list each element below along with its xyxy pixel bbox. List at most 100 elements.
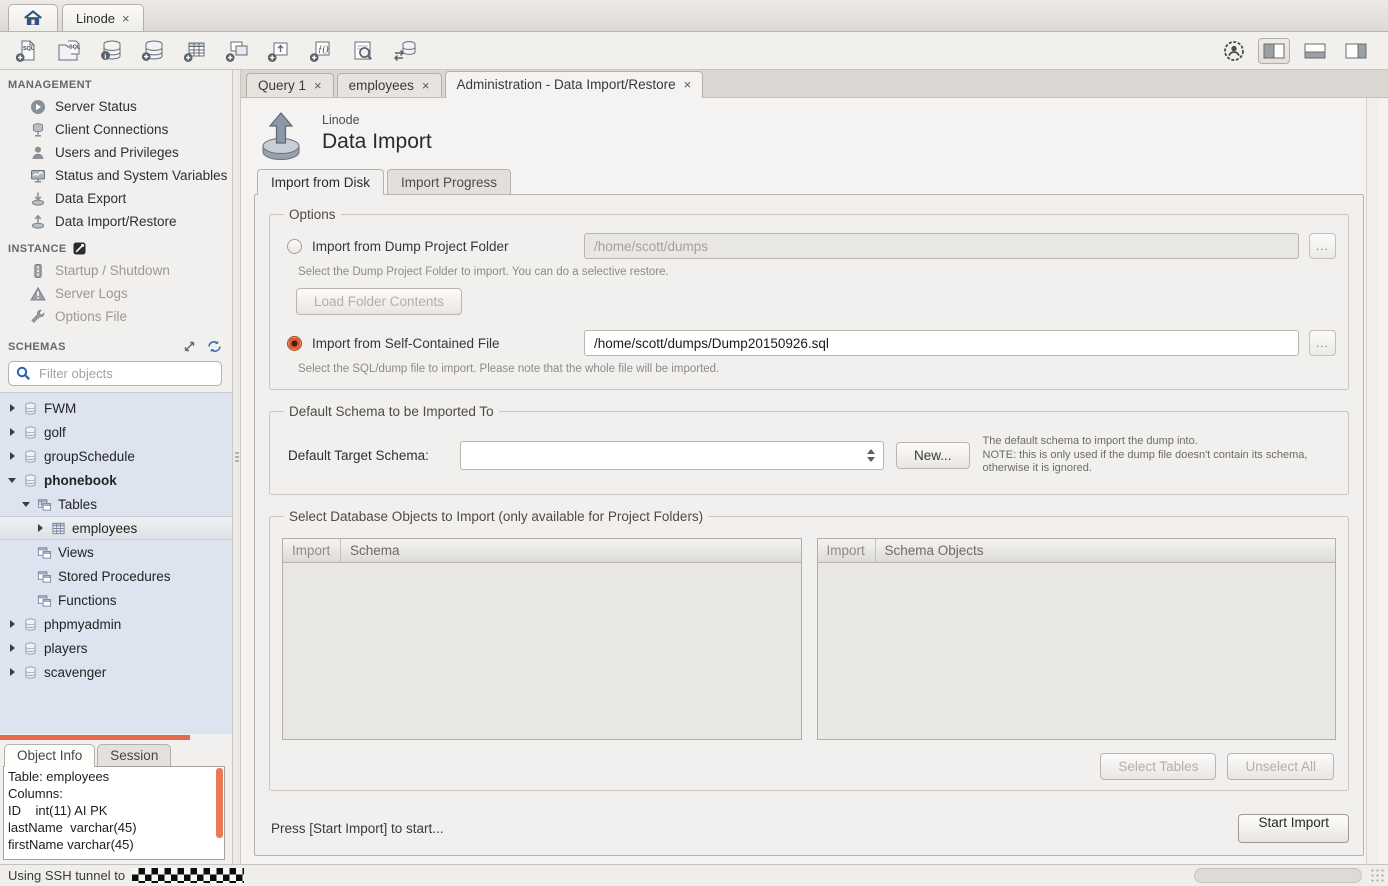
tree-item-golf[interactable]: golf [0, 420, 232, 444]
schema-objects-import-table[interactable]: Import Schema Objects [817, 538, 1337, 740]
tree-item-scavenger[interactable]: scavenger [0, 660, 232, 684]
tab-object-info[interactable]: Object Info [4, 744, 95, 767]
sidebar-item-options-file[interactable]: Options File [0, 305, 232, 328]
tree-item-functions[interactable]: Functions [0, 588, 232, 612]
create-function-icon[interactable]: ƒ() [306, 37, 336, 64]
connection-name: Linode [322, 113, 432, 127]
options-legend: Options [284, 207, 341, 222]
dump-folder-path-input[interactable] [584, 233, 1299, 259]
toggle-bottom-panel-icon[interactable] [1299, 38, 1331, 64]
import-file-radio[interactable] [287, 336, 302, 351]
sidebar-item-client-connections[interactable]: Client Connections [0, 118, 232, 141]
start-import-button[interactable]: Start Import [1238, 814, 1349, 843]
data-import-icon [259, 111, 303, 161]
management-section-title: MANAGEMENT [0, 70, 232, 95]
object-info-line: Table: employees [8, 768, 212, 785]
window-resize-grip[interactable] [1370, 868, 1385, 883]
new-schema-button[interactable]: New... [896, 442, 970, 469]
sidebar-item-users-privileges[interactable]: Users and Privileges [0, 141, 232, 164]
close-icon[interactable]: × [122, 12, 130, 25]
tab-session[interactable]: Session [97, 744, 171, 767]
combo-spinner-icon[interactable] [867, 442, 875, 469]
select-tables-button[interactable]: Select Tables [1100, 753, 1216, 780]
connection-tab[interactable]: Linode × [62, 4, 144, 31]
tab-query-1[interactable]: Query 1 × [246, 73, 334, 97]
object-info-line: lastName varchar(45) [8, 819, 212, 836]
default-schema-group: Default Schema to be Imported To Default… [269, 404, 1349, 495]
close-icon[interactable]: × [314, 79, 322, 92]
tree-item-phpmyadmin[interactable]: phpmyadmin [0, 612, 232, 636]
sidebar-item-startup-shutdown[interactable]: Startup / Shutdown [0, 259, 232, 282]
load-folder-contents-button[interactable]: Load Folder Contents [296, 288, 462, 315]
tree-item-phonebook[interactable]: phonebook [0, 468, 232, 492]
object-info-scrollbar[interactable] [216, 768, 223, 838]
create-view-icon[interactable] [222, 37, 252, 64]
create-table-icon[interactable] [180, 37, 210, 64]
tree-item-tables[interactable]: Tables [0, 492, 232, 516]
tree-item-players[interactable]: players [0, 636, 232, 660]
vertical-scroll-gutter[interactable] [1366, 98, 1379, 864]
import-subtab-bar: Import from Disk Import Progress [254, 165, 1364, 195]
svg-text:i: i [104, 51, 106, 60]
col-header-schema[interactable]: Schema [341, 539, 400, 562]
sidebar-item-status-variables[interactable]: Status and System Variables [0, 164, 232, 187]
import-folder-radio-label[interactable]: Import from Dump Project Folder [312, 239, 574, 254]
tab-import-from-disk[interactable]: Import from Disk [257, 169, 384, 195]
warning-triangle-icon [30, 286, 46, 302]
browse-file-button[interactable]: ... [1309, 330, 1336, 356]
toggle-left-sidebar-icon[interactable] [1258, 38, 1290, 64]
toolbar-right-group [1219, 37, 1376, 64]
object-info-tab-bar: Object Info Session [0, 740, 232, 767]
unselect-all-button[interactable]: Unselect All [1227, 753, 1334, 780]
tab-import-progress[interactable]: Import Progress [387, 169, 511, 194]
options-group: Options Import from Dump Project Folder … [269, 207, 1349, 390]
close-icon[interactable]: × [684, 78, 692, 91]
open-sql-script-icon[interactable]: SQL [54, 37, 84, 64]
page-title: Data Import [322, 130, 432, 154]
browse-folder-button[interactable]: ... [1309, 233, 1336, 259]
schemas-import-table[interactable]: Import Schema [282, 538, 802, 740]
expand-schemas-icon[interactable] [183, 340, 196, 353]
tab-employees[interactable]: employees × [337, 73, 442, 97]
dump-file-path-input[interactable] [584, 330, 1299, 356]
schema-filter-box[interactable] [8, 361, 222, 386]
schema-inspector-icon[interactable]: i [96, 37, 126, 64]
user-circle-icon[interactable] [1219, 37, 1249, 64]
col-header-import[interactable]: Import [818, 539, 876, 562]
new-sql-script-icon[interactable]: SQL [12, 37, 42, 64]
close-icon[interactable]: × [422, 79, 430, 92]
horizontal-scrollbar-thumb[interactable] [1194, 868, 1362, 883]
schema-icon [23, 449, 38, 464]
toggle-right-sidebar-icon[interactable] [1340, 38, 1372, 64]
sidebar-item-server-logs[interactable]: Server Logs [0, 282, 232, 305]
instance-section-title: INSTANCE [0, 233, 232, 259]
create-procedure-icon[interactable] [264, 37, 294, 64]
col-header-import[interactable]: Import [283, 539, 341, 562]
default-target-schema-combo[interactable] [460, 441, 884, 470]
home-tab[interactable] [8, 4, 58, 31]
sidebar-resize-handle[interactable] [232, 70, 241, 864]
resize-grip [235, 452, 239, 454]
tree-item-stored-procedures[interactable]: Stored Procedures [0, 564, 232, 588]
tree-item-groupschedule[interactable]: groupSchedule [0, 444, 232, 468]
sidebar-item-data-export[interactable]: Data Export [0, 187, 232, 210]
users-icon [30, 145, 46, 161]
tree-item-employees[interactable]: employees [0, 516, 232, 540]
file-help-text: Select the SQL/dump file to import. Plea… [298, 363, 1336, 375]
search-table-data-icon[interactable] [348, 37, 378, 64]
tree-item-views[interactable]: Views [0, 540, 232, 564]
tree-item-fwm[interactable]: FWM [0, 396, 232, 420]
import-folder-radio[interactable] [287, 239, 302, 254]
tab-administration-data-import[interactable]: Administration - Data Import/Restore × [445, 71, 704, 98]
schema-icon [23, 401, 38, 416]
import-file-radio-label[interactable]: Import from Self-Contained File [312, 336, 574, 351]
refresh-schemas-icon[interactable] [207, 340, 222, 353]
schema-filter-input[interactable] [37, 365, 217, 382]
sidebar-item-data-import[interactable]: Data Import/Restore [0, 210, 232, 233]
default-schema-help: The default schema to import the dump in… [983, 435, 1308, 476]
col-header-schema-objects[interactable]: Schema Objects [876, 539, 984, 562]
object-info-line: firstName varchar(45) [8, 836, 212, 853]
reconnect-database-icon[interactable] [390, 37, 420, 64]
create-schema-icon[interactable] [138, 37, 168, 64]
sidebar-item-server-status[interactable]: Server Status [0, 95, 232, 118]
